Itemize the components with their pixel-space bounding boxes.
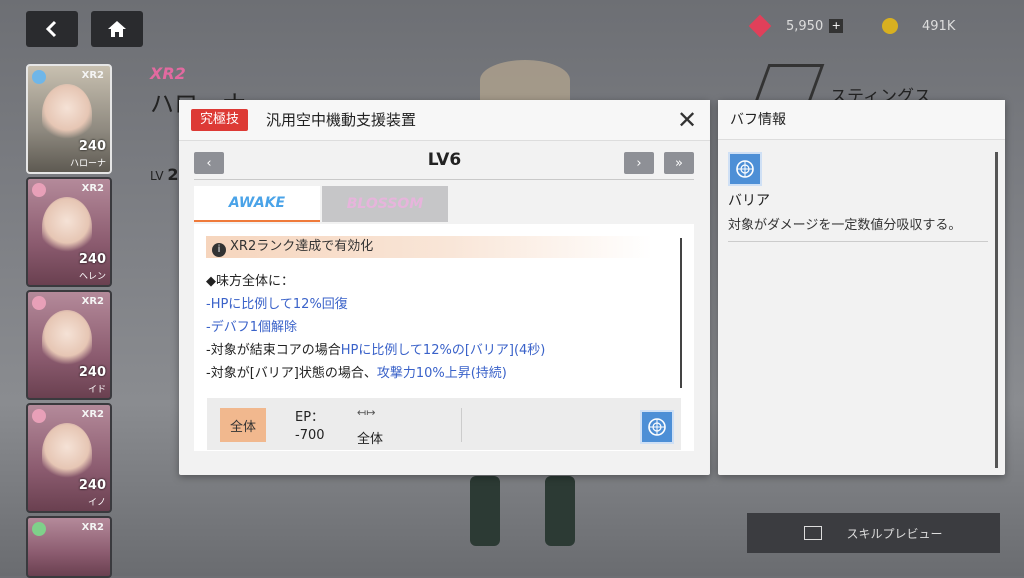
play-icon bbox=[804, 526, 823, 540]
character-leg-right bbox=[545, 476, 575, 546]
ep-value: -700 bbox=[295, 428, 325, 443]
skill-title: 汎用空中機動支援装置 bbox=[266, 111, 417, 129]
home-button[interactable] bbox=[91, 11, 143, 47]
buff-panel-title: バフ情報 bbox=[718, 100, 1005, 140]
activation-note-text: XR2ランク達成で有効化 bbox=[230, 239, 374, 254]
card-portrait bbox=[42, 84, 92, 144]
skill-preview-button[interactable]: スキルプレビュー bbox=[747, 513, 1000, 553]
card-rank: XR2 bbox=[81, 522, 104, 533]
scrollbar[interactable] bbox=[680, 238, 682, 388]
divider bbox=[194, 179, 694, 180]
effect-text: -対象が[バリア]状態の場合、 bbox=[206, 366, 377, 381]
add-gem-icon[interactable]: + bbox=[829, 19, 844, 33]
card-portrait bbox=[42, 310, 92, 370]
effect-line: -HPに比例して12%回復 bbox=[206, 297, 348, 312]
barrier-icon bbox=[736, 160, 754, 178]
barrier-buff-button[interactable] bbox=[640, 410, 674, 444]
roster-card[interactable]: XR2 240 イノ bbox=[26, 403, 112, 513]
level-max-button[interactable]: » bbox=[664, 152, 694, 174]
gem-counter[interactable]: 5,950 + bbox=[748, 14, 844, 38]
chevron-right-icon: › bbox=[636, 155, 642, 171]
range-icon: ↤↦ bbox=[357, 406, 376, 419]
skill-type-badge: 究極技 bbox=[191, 109, 249, 131]
character-portrait bbox=[480, 60, 570, 100]
effect-text: -対象が結束コアの場合 bbox=[206, 343, 341, 358]
buff-description: 対象がダメージを一定数値分吸収する。 bbox=[728, 218, 962, 233]
roster-card[interactable]: XR2 240 ヘレン bbox=[26, 177, 112, 287]
card-level: 240 bbox=[78, 139, 106, 154]
buff-name: バリア bbox=[728, 193, 770, 209]
element-icon bbox=[32, 409, 46, 423]
dialog-header: 究極技 汎用空中機動支援装置 ✕ bbox=[179, 100, 710, 141]
close-button[interactable]: ✕ bbox=[674, 107, 700, 133]
tab-blossom[interactable]: BLOSSOM bbox=[322, 186, 448, 222]
gem-amount: 5,950 bbox=[786, 18, 824, 34]
back-arrow-icon bbox=[45, 20, 57, 38]
level-next-button[interactable]: › bbox=[624, 152, 654, 174]
element-icon bbox=[32, 296, 46, 310]
effect-line: -対象が[バリア]状態の場合、攻撃力10%上昇(持続) bbox=[206, 362, 507, 381]
card-rank: XR2 bbox=[81, 409, 104, 420]
card-name: ヘレン bbox=[78, 272, 106, 282]
credit-amount: 491K bbox=[922, 18, 956, 34]
skill-footer: 全体 EP： -700 ↤↦ 全体 bbox=[207, 398, 681, 450]
close-icon: ✕ bbox=[676, 106, 698, 134]
skill-description: i XR2ランク達成で有効化 ◆味方全体に： -HPに比例して12%回復 -デバフ… bbox=[194, 224, 694, 451]
card-rank: XR2 bbox=[81, 296, 104, 307]
roster-card[interactable]: XR2 240 ハローナ bbox=[26, 64, 112, 174]
effect-line: -対象が結束コアの場合HPに比例して12%の[バリア](4秒) bbox=[206, 339, 545, 358]
roster-card[interactable]: XR2 bbox=[26, 516, 112, 578]
card-rank: XR2 bbox=[81, 183, 104, 194]
gem-icon bbox=[748, 14, 772, 38]
effect-value: 攻撃力10%上昇(持続) bbox=[376, 366, 507, 381]
activation-note: i XR2ランク達成で有効化 bbox=[206, 236, 652, 258]
divider bbox=[461, 408, 462, 442]
card-portrait bbox=[42, 197, 92, 257]
info-icon: i bbox=[212, 243, 226, 257]
double-chevron-right-icon: » bbox=[675, 155, 683, 171]
element-icon bbox=[32, 183, 46, 197]
ep-label: EP： bbox=[295, 410, 325, 425]
skill-preview-label: スキルプレビュー bbox=[846, 526, 943, 541]
tab-awake[interactable]: AWAKE bbox=[194, 186, 320, 222]
card-level: 240 bbox=[78, 365, 106, 380]
character-rank: XR2 bbox=[150, 64, 186, 83]
card-portrait bbox=[42, 423, 92, 483]
card-name: イド bbox=[87, 385, 106, 395]
effect-value: HPに比例して12%の[バリア](4秒) bbox=[340, 343, 546, 358]
character-leg-left bbox=[470, 476, 500, 546]
roster-card[interactable]: XR2 240 イド bbox=[26, 290, 112, 400]
credit-icon bbox=[882, 18, 898, 34]
buff-info-panel: バフ情報 バリア 対象がダメージを一定数値分吸収する。 bbox=[718, 100, 1005, 475]
card-level: 240 bbox=[78, 478, 106, 493]
card-rank: XR2 bbox=[81, 70, 104, 81]
effect-line: -デバフ1個解除 bbox=[206, 320, 297, 335]
skill-dialog: 究極技 汎用空中機動支援装置 ✕ ‹ LV6 › » AWAKE BLOSSOM… bbox=[179, 100, 710, 475]
target-tag: 全体 bbox=[220, 408, 266, 442]
credit-counter: 491K bbox=[882, 15, 955, 37]
barrier-icon bbox=[648, 418, 666, 436]
divider bbox=[728, 241, 988, 242]
range-value: 全体 bbox=[357, 432, 384, 447]
card-level: 240 bbox=[78, 252, 106, 267]
level-prefix: LV bbox=[150, 169, 164, 183]
element-icon bbox=[32, 70, 46, 84]
element-icon bbox=[32, 522, 46, 536]
scrollbar[interactable] bbox=[995, 152, 998, 468]
back-button[interactable] bbox=[26, 11, 78, 47]
effect-line: ◆味方全体に： bbox=[206, 274, 294, 289]
card-name: ハローナ bbox=[69, 159, 106, 169]
home-icon bbox=[108, 21, 126, 37]
card-name: イノ bbox=[87, 498, 106, 508]
barrier-buff-icon-box bbox=[728, 152, 762, 186]
